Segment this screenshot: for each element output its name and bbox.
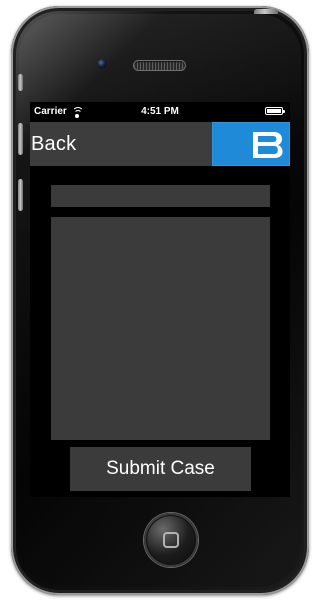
- earpiece-speaker: [133, 60, 186, 71]
- home-square-icon: [163, 532, 179, 548]
- navigation-bar: Back: [30, 122, 290, 166]
- back-button[interactable]: Back: [30, 122, 76, 166]
- volume-up-button: [18, 123, 23, 155]
- brand-b-logo-icon: [253, 132, 283, 158]
- app-screen: Carrier 4:51 PM Back Submit Case: [30, 102, 290, 497]
- battery-icon: [265, 107, 285, 115]
- mute-switch: [18, 74, 23, 91]
- power-button: [254, 9, 278, 14]
- home-button[interactable]: [144, 513, 198, 567]
- status-bar: Carrier 4:51 PM: [30, 102, 290, 122]
- brand-b-logo: [212, 122, 290, 166]
- battery-tip: [283, 110, 285, 113]
- device-frame: Carrier 4:51 PM Back Submit Case: [11, 6, 309, 595]
- battery-level: [267, 109, 281, 113]
- case-description-textarea[interactable]: [51, 217, 270, 440]
- submit-case-button[interactable]: Submit Case: [70, 447, 251, 491]
- case-subject-input[interactable]: [51, 185, 270, 207]
- front-camera: [96, 58, 108, 70]
- status-time: 4:51 PM: [141, 106, 179, 117]
- volume-down-button: [18, 179, 23, 211]
